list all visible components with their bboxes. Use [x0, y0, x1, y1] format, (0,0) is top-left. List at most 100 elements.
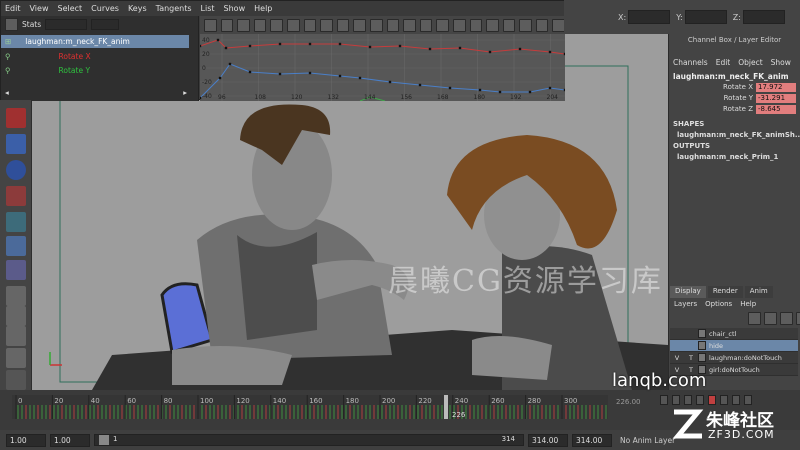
graph-editor-panel[interactable]: Edit View Select Curves Keys Tangents Li… — [0, 0, 566, 101]
move-down-icon[interactable] — [796, 312, 800, 325]
layer-menu-help[interactable]: Help — [740, 300, 756, 308]
menu-show[interactable]: Show — [224, 4, 246, 13]
frame-playback-icon[interactable] — [286, 18, 300, 32]
layout-custom-icon[interactable] — [6, 370, 26, 390]
rotate-tool-icon[interactable] — [6, 186, 26, 206]
outliner-attr-y[interactable]: ⚲ Rotate Y — [5, 64, 90, 77]
center-icon[interactable] — [303, 18, 317, 32]
break-tangent-icon[interactable] — [419, 18, 433, 32]
playback-end-field[interactable]: 314.00 — [528, 433, 568, 447]
cb-menu-edit[interactable]: Edit — [716, 58, 731, 67]
outliner-node-row[interactable]: ⊞ laughman:m_neck_FK_anim — [1, 35, 189, 48]
menu-select[interactable]: Select — [57, 4, 82, 13]
tab-anim[interactable]: Anim — [744, 286, 773, 298]
filter-icon[interactable] — [5, 18, 18, 31]
new-layer-icon[interactable] — [748, 312, 761, 325]
cube-tool-icon[interactable] — [6, 212, 26, 232]
go-to-start-icon[interactable] — [660, 395, 668, 405]
tab-display[interactable]: Display — [670, 286, 706, 298]
buffer-curve-icon[interactable] — [486, 18, 499, 32]
cb-menu-channels[interactable]: Channels — [673, 58, 708, 67]
pre-infinity-icon[interactable] — [519, 18, 532, 32]
layer-row[interactable]: chair_ctl — [670, 328, 798, 340]
layer-color-swatch[interactable] — [698, 353, 706, 362]
z-field[interactable] — [742, 10, 785, 24]
move-key-tool-icon[interactable] — [204, 18, 217, 32]
attr-rotate-z[interactable]: Rotate Z -8.645 — [669, 104, 800, 114]
graph-editor-curve-area[interactable]: 96 108 120 132 144 156 168 180 192 204 40 20 0 -20 -4… — [200, 34, 565, 101]
attr-rotate-y[interactable]: Rotate Y -31.291 — [669, 93, 800, 103]
layer-color-swatch[interactable] — [698, 329, 706, 338]
cone-tool-icon[interactable] — [6, 134, 26, 154]
post-infinity-icon[interactable] — [535, 18, 549, 32]
attr-value[interactable]: 17.972 — [756, 82, 796, 92]
frame-all-icon[interactable] — [270, 18, 283, 32]
swap-buffer-icon[interactable] — [502, 18, 516, 32]
layer-menu-options[interactable]: Options — [705, 300, 732, 308]
stats-field-2[interactable] — [91, 19, 120, 30]
spline-tangent-icon[interactable] — [320, 18, 333, 32]
layer-row[interactable]: hide — [670, 340, 798, 352]
menu-view[interactable]: View — [30, 4, 49, 13]
clamped-tangent-icon[interactable] — [336, 18, 350, 32]
joint-tool-icon[interactable] — [6, 260, 26, 280]
time-slider-track[interactable]: 0 20 40 60 80 100 120 140 160 180 200 220 240 260 280 3… — [12, 395, 608, 419]
layer-color-swatch[interactable] — [698, 341, 706, 350]
y-field[interactable] — [684, 10, 727, 24]
shape-node-name[interactable]: laughman:m_neck_FK_animSh... — [669, 131, 800, 139]
flat-tangent-icon[interactable] — [369, 18, 383, 32]
tab-render[interactable]: Render — [707, 286, 743, 298]
cb-menu-object[interactable]: Object — [738, 58, 762, 67]
layer-row[interactable]: V T laughman:doNotTouch — [670, 352, 798, 364]
visibility-toggle[interactable]: V — [670, 354, 684, 362]
attr-value[interactable]: -8.645 — [756, 104, 796, 114]
anim-layer-selector[interactable]: No Anim Layer — [620, 436, 675, 445]
stats-field[interactable] — [45, 19, 88, 30]
plateau-tangent-icon[interactable] — [403, 18, 416, 32]
graph-editor-outliner[interactable]: Stats ⊞ laughman:m_neck_FK_anim ⚲ Rotate… — [1, 16, 199, 101]
linear-tangent-icon[interactable] — [353, 18, 366, 32]
expand-icon[interactable]: ⊞ — [5, 37, 11, 46]
range-start-handle[interactable] — [99, 435, 109, 445]
attr-value[interactable]: -31.291 — [756, 93, 796, 103]
manipulator-tool-icon[interactable] — [6, 236, 26, 256]
x-field[interactable] — [628, 10, 671, 24]
channel-box-node-name[interactable]: laughman:m_neck_FK_anim — [669, 72, 800, 81]
unify-tangent-icon[interactable] — [436, 18, 449, 32]
animation-start-field[interactable]: 1.00 — [6, 433, 46, 447]
layer-menu-layers[interactable]: Layers — [674, 300, 697, 308]
template-toggle[interactable]: T — [684, 354, 698, 362]
lasso-tool-icon[interactable] — [6, 108, 26, 128]
range-slider[interactable]: 1 314 — [94, 434, 524, 446]
current-time-marker[interactable] — [444, 395, 448, 419]
scroll-left-icon[interactable]: ◂ — [5, 88, 9, 97]
cb-menu-show[interactable]: Show — [771, 58, 791, 67]
outliner-attr-x[interactable]: ⚲ Rotate X — [5, 50, 91, 63]
insert-key-tool-icon[interactable] — [220, 18, 234, 32]
menu-keys[interactable]: Keys — [128, 4, 147, 13]
step-tangent-icon[interactable] — [386, 18, 400, 32]
move-up-icon[interactable] — [780, 312, 793, 325]
scroll-right-icon[interactable]: ▸ — [183, 88, 187, 97]
menu-tangents[interactable]: Tangents — [156, 4, 192, 13]
layout-four-icon[interactable] — [6, 306, 26, 326]
layout-graph-icon[interactable] — [6, 348, 26, 368]
attr-rotate-x[interactable]: Rotate X 17.972 — [669, 82, 800, 92]
free-weight-icon[interactable] — [452, 18, 466, 32]
menu-list[interactable]: List — [201, 4, 215, 13]
sphere-tool-icon[interactable] — [6, 160, 26, 180]
playback-start-field[interactable]: 1.00 — [50, 433, 90, 447]
animation-end-field[interactable]: 314.00 — [572, 433, 612, 447]
menu-help[interactable]: Help — [254, 4, 272, 13]
output-node-name[interactable]: laughman:m_neck_Prim_1 — [669, 153, 800, 161]
stats-icon[interactable] — [253, 18, 267, 32]
new-layer-selected-icon[interactable] — [764, 312, 777, 325]
layout-outliner-icon[interactable] — [6, 326, 26, 346]
layout-single-icon[interactable] — [6, 286, 26, 306]
outliner-scrollbar[interactable]: ◂ ▸ — [5, 86, 187, 99]
current-time-field[interactable]: 226.00 — [616, 398, 646, 411]
lattice-tool-icon[interactable] — [237, 18, 250, 32]
menu-edit[interactable]: Edit — [5, 4, 21, 13]
lock-weight-icon[interactable] — [469, 18, 483, 32]
menu-curves[interactable]: Curves — [91, 4, 119, 13]
